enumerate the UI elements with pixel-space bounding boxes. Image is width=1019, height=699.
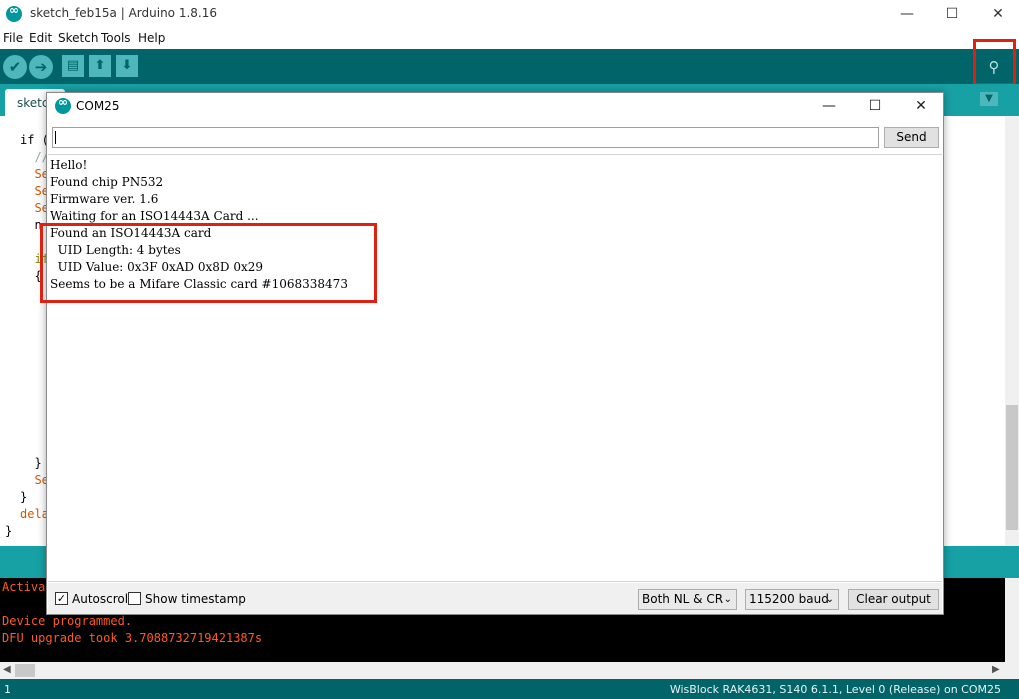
- window-title: sketch_feb15a | Arduino 1.8.16: [30, 6, 218, 20]
- autoscroll-label: Autoscroll: [72, 592, 132, 606]
- serial-output-line: Found chip PN532: [50, 175, 164, 189]
- code-line: }: [20, 456, 42, 470]
- serial-minimize-button[interactable]: —: [806, 92, 852, 120]
- scroll-right-icon[interactable]: ▶: [992, 664, 1000, 675]
- clear-output-button[interactable]: Clear output: [848, 589, 939, 610]
- serial-output-line: Waiting for an ISO14443A Card ...: [50, 209, 259, 223]
- serial-output-line: Hello!: [50, 158, 88, 172]
- verify-button[interactable]: ✔: [3, 55, 27, 79]
- arduino-logo-icon: [6, 3, 22, 22]
- console-line: DFU upgrade took 3.7088732719421387s: [2, 631, 263, 645]
- menu-tools[interactable]: Tools: [101, 31, 131, 45]
- code-line: Se: [20, 201, 49, 215]
- horizontal-scrollbar[interactable]: [0, 662, 1019, 679]
- serial-monitor-highlight-box: [973, 39, 1016, 86]
- console-scrollbar[interactable]: [1005, 578, 1019, 662]
- menu-sketch[interactable]: Sketch: [58, 31, 98, 45]
- code-line: dela: [20, 507, 49, 521]
- code-line: Se: [20, 167, 49, 181]
- text-caret: [55, 131, 56, 144]
- baud-rate-select[interactable]: 115200 baud ⌄: [745, 589, 839, 610]
- serial-output-line: Firmware ver. 1.6: [50, 192, 159, 206]
- editor-scrollbar-thumb[interactable]: [1006, 405, 1018, 530]
- console-line: Device programmed.: [2, 614, 133, 628]
- maximize-button[interactable]: ☐: [929, 0, 975, 29]
- toolbar: [0, 49, 1019, 84]
- minimize-button[interactable]: —: [884, 0, 930, 29]
- new-sketch-button[interactable]: ▤: [62, 55, 84, 77]
- chevron-down-icon: ⌄: [825, 594, 834, 605]
- serial-send-input[interactable]: [52, 127, 879, 148]
- close-button[interactable]: ✕: [975, 0, 1019, 29]
- code-line: Se: [20, 184, 49, 198]
- serial-maximize-button[interactable]: ☐: [852, 92, 898, 120]
- serial-close-button[interactable]: ✕: [898, 92, 944, 120]
- menu-edit[interactable]: Edit: [29, 31, 52, 45]
- serial-monitor-title: COM25: [76, 99, 120, 113]
- menu-file[interactable]: File: [3, 31, 23, 45]
- horizontal-scrollbar-thumb[interactable]: [15, 664, 35, 677]
- timestamp-checkbox[interactable]: [128, 592, 141, 605]
- line-ending-value: Both NL & CR: [642, 592, 724, 606]
- save-sketch-button[interactable]: ⬇: [116, 55, 138, 77]
- open-sketch-button[interactable]: ⬆: [89, 55, 111, 77]
- code-line: }: [5, 524, 13, 538]
- code-line: if (: [20, 133, 49, 147]
- code-line: }: [20, 490, 28, 504]
- code-line: {: [20, 269, 42, 283]
- arduino-logo-icon: [55, 95, 71, 114]
- card-info-highlight-box: [40, 223, 377, 303]
- timestamp-label: Show timestamp: [145, 592, 246, 606]
- tab-menu-dropdown-icon[interactable]: ▼: [980, 92, 998, 106]
- send-button[interactable]: Send: [884, 127, 939, 148]
- code-line: n: [20, 218, 42, 232]
- chevron-down-icon: ⌄: [723, 594, 732, 605]
- autoscroll-checkbox[interactable]: ✓: [55, 592, 68, 605]
- scroll-left-icon[interactable]: ◀: [3, 664, 11, 675]
- board-info: WisBlock RAK4631, S140 6.1.1, Level 0 (R…: [669, 683, 1001, 696]
- upload-button[interactable]: ➔: [29, 55, 53, 79]
- code-line: Se: [20, 473, 49, 487]
- console-line: Activat: [2, 580, 53, 594]
- code-line: //: [20, 150, 49, 164]
- line-ending-select[interactable]: Both NL & CR ⌄: [638, 589, 737, 610]
- baud-rate-value: 115200 baud: [749, 592, 829, 606]
- line-number: 1: [4, 683, 11, 696]
- menu-help[interactable]: Help: [138, 31, 165, 45]
